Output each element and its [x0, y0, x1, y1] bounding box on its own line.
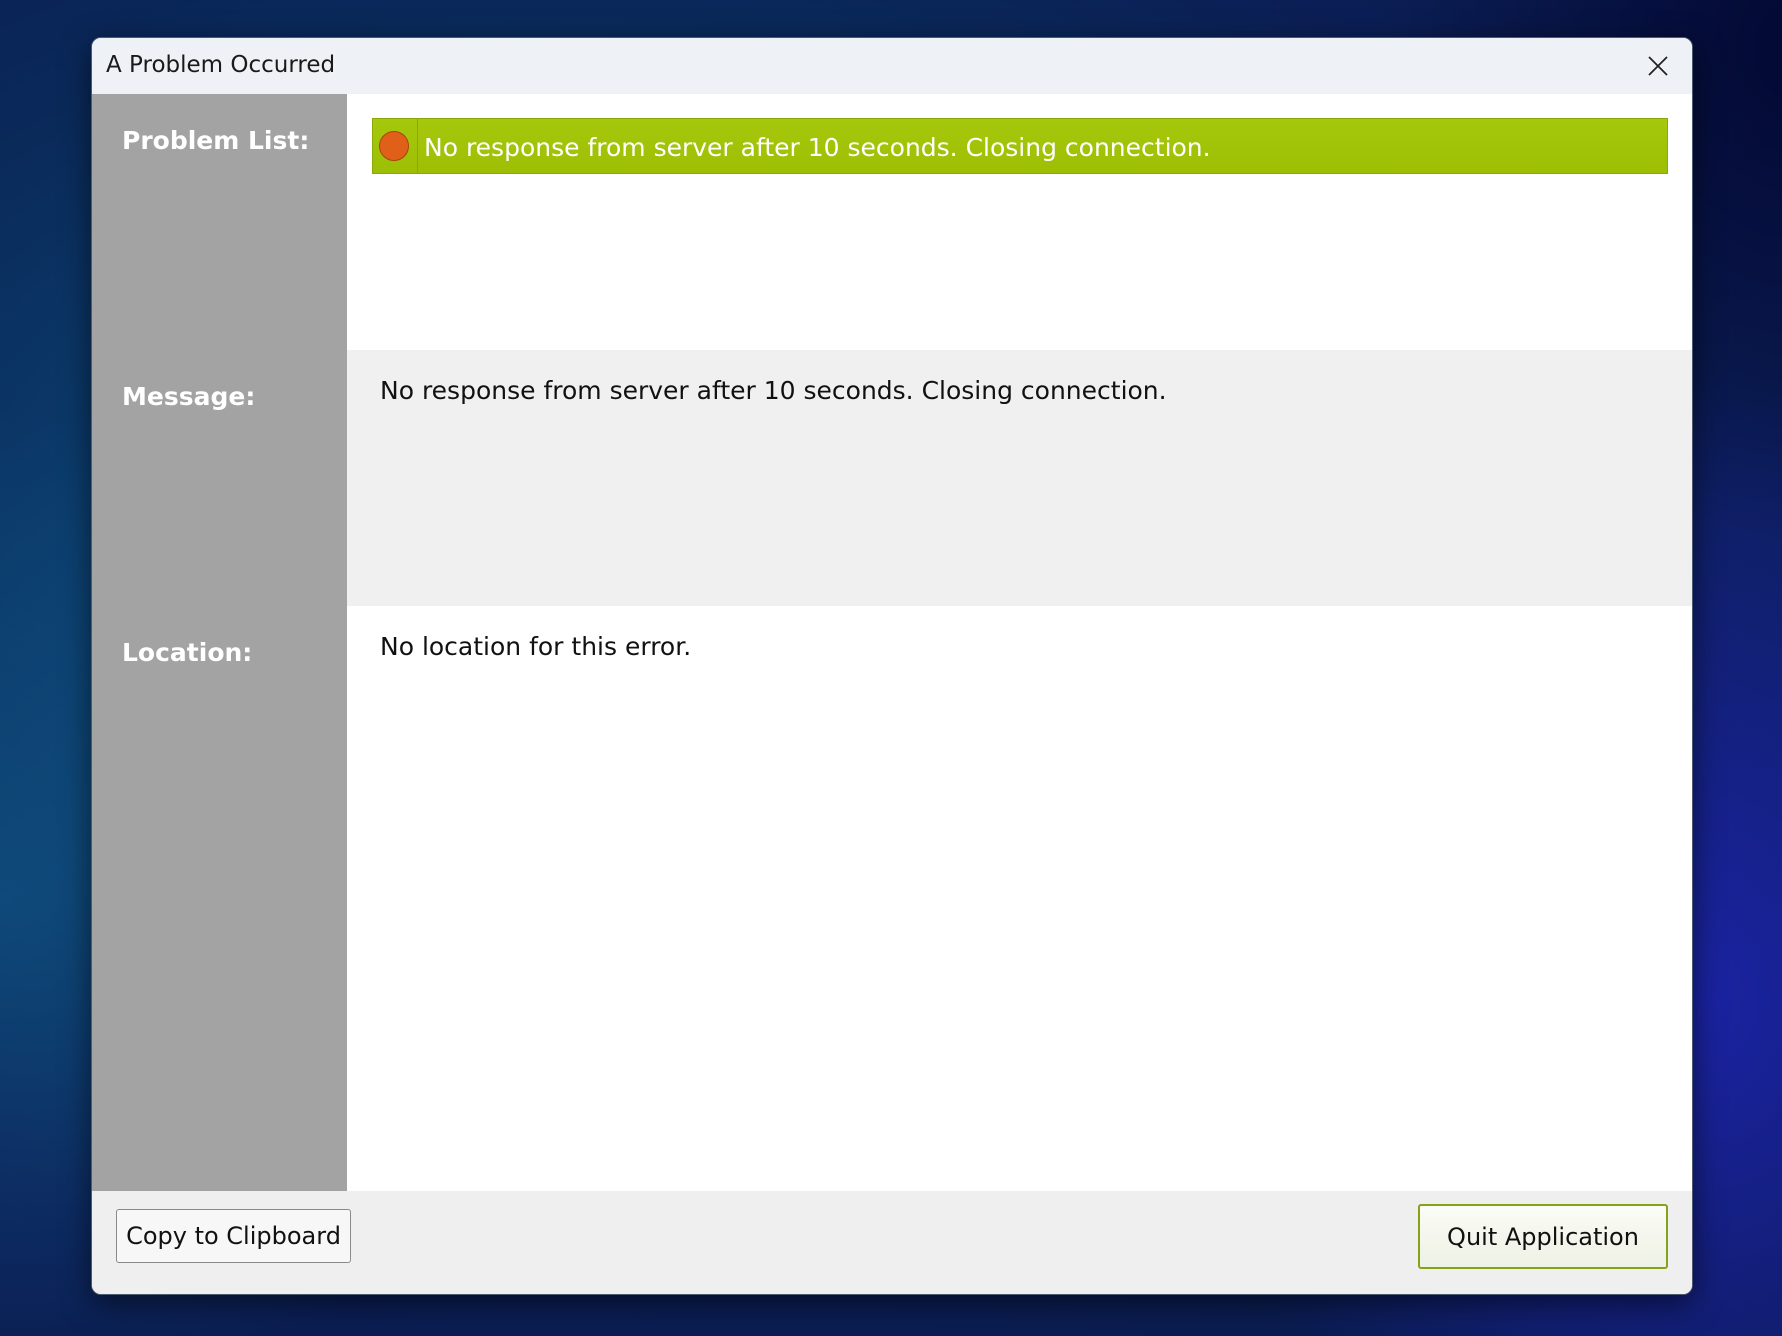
copy-to-clipboard-button[interactable]: Copy to Clipboard — [116, 1209, 351, 1263]
window-title: A Problem Occurred — [106, 52, 336, 78]
close-icon — [1648, 56, 1668, 76]
problem-list: No response from server after 10 seconds… — [347, 94, 1692, 350]
problem-list-item[interactable]: No response from server after 10 seconds… — [372, 118, 1668, 174]
problem-list-label: Problem List: — [122, 126, 310, 155]
problem-dialog: A Problem Occurred Problem List: Message… — [91, 37, 1693, 1295]
label-sidebar: Problem List: Message: Location: — [92, 94, 347, 1191]
title-bar: A Problem Occurred — [92, 38, 1692, 94]
quit-application-button[interactable]: Quit Application — [1418, 1204, 1668, 1269]
problem-icon-cell — [373, 119, 418, 173]
detail-panel: No response from server after 10 seconds… — [347, 94, 1692, 1191]
dialog-footer: Copy to Clipboard Quit Application — [92, 1191, 1692, 1294]
location-text: No location for this error. — [380, 632, 692, 661]
problem-item-text: No response from server after 10 seconds… — [424, 133, 1211, 162]
message-text: No response from server after 10 seconds… — [380, 376, 1167, 405]
message-label: Message: — [122, 382, 256, 411]
message-section: No response from server after 10 seconds… — [347, 350, 1692, 606]
location-label: Location: — [122, 638, 253, 667]
error-dot-icon — [379, 131, 409, 161]
location-section: No location for this error. — [347, 606, 1692, 1191]
close-button[interactable] — [1636, 46, 1680, 86]
